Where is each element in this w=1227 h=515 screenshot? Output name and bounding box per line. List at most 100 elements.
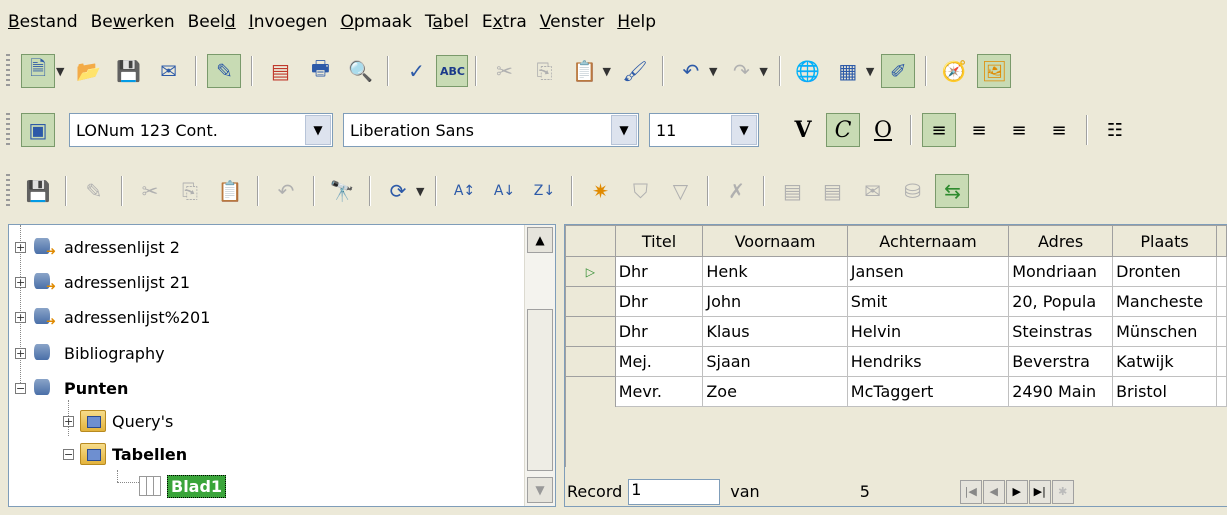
table-cell[interactable]: 2490 Main [1008,376,1114,407]
datasource-tree[interactable]: + ➜ adressenlijst 2 + ➜ adressenlijst 21… [8,224,556,507]
autospellcheck-icon[interactable]: ABC [436,55,469,87]
menu-tabel[interactable]: Tabel [425,12,469,32]
print-preview-icon[interactable]: 🔍 [343,54,377,88]
align-center-icon[interactable]: ≡ [962,113,996,147]
table-cell[interactable]: Münschen [1112,316,1217,347]
column-header[interactable]: Plaats [1112,225,1217,257]
table-icon[interactable]: ▦ [831,54,865,88]
table-row[interactable]: Dhr Klaus Helvin Steinstras Münschen [565,316,1227,347]
table-cell[interactable]: Mancheste [1112,286,1217,317]
find-record-icon[interactable]: 🔭 [325,174,359,208]
redo-icon[interactable]: ↷ [724,54,758,88]
table-cell[interactable]: Zoe [702,376,848,407]
next-record-icon[interactable]: ▶ [1005,479,1028,504]
cut-icon[interactable]: ✂ [487,54,521,88]
autofilter-icon[interactable]: ✷ [583,174,617,208]
menu-bestand[interactable]: Bestand [8,12,78,32]
email-icon[interactable]: ✉ [151,54,185,88]
table-cell[interactable]: Katwijk [1112,346,1217,377]
gallery-icon[interactable]: 🖼 [977,54,1012,88]
first-record-icon[interactable]: |◀ [959,479,982,504]
table-cell[interactable]: Henk [702,256,848,287]
table-cell[interactable] [1215,286,1227,317]
record-number-input[interactable]: 1 [628,478,721,505]
mail-merge-icon[interactable]: ✉ [855,174,889,208]
table-cell[interactable]: 20, Popula [1008,286,1114,317]
undo-icon[interactable]: ↶ [269,174,303,208]
table-cell[interactable]: John [702,286,848,317]
new-record-icon[interactable]: ✱ [1051,479,1074,504]
expand-icon[interactable]: + [15,276,26,288]
toolbar-grip[interactable] [6,54,10,88]
refresh-dropdown-icon[interactable]: ▼ [416,185,424,198]
table-cell[interactable]: Beverstra [1008,346,1114,377]
tree-item-tabellen[interactable]: − Tabellen [63,439,187,469]
menu-opmaak[interactable]: Opmaak [340,12,411,32]
bold-button[interactable]: V [786,113,820,147]
numbering-icon[interactable]: ☷ [1098,113,1132,147]
undo-dropdown-icon[interactable]: ▼ [709,65,717,78]
redo-dropdown-icon[interactable]: ▼ [759,65,767,78]
align-right-icon[interactable]: ≡ [1002,113,1036,147]
font-size-combo[interactable]: 11 ▼ [649,113,759,147]
expand-icon[interactable]: + [15,347,26,359]
last-record-icon[interactable]: ▶| [1028,479,1051,504]
save-icon[interactable]: 💾 [111,54,145,88]
table-row[interactable]: Mevr. Zoe McTaggert 2490 Main Bristol [565,376,1227,407]
table-cell[interactable]: Mevr. [614,376,704,407]
chevron-down-icon[interactable]: ▼ [305,115,331,145]
tree-scrollbar[interactable]: ▲ ▼ [524,225,555,506]
row-header[interactable] [565,286,616,317]
table-cell[interactable]: Hendriks [846,346,1010,377]
edit-file-icon[interactable]: ✎ [207,54,242,88]
tree-item-bibliography[interactable]: + Bibliography [15,338,165,368]
justify-icon[interactable]: ≡ [1042,113,1076,147]
italic-button[interactable]: C [826,113,860,147]
tree-item-adressenlijst-21[interactable]: + ➜ adressenlijst 21 [15,267,190,297]
menu-invoegen[interactable]: Invoegen [249,12,328,32]
table-cell[interactable] [1215,316,1227,347]
tree-item-punten[interactable]: − Punten [15,373,128,403]
export-pdf-icon[interactable]: ▤ [263,54,297,88]
expand-icon[interactable]: + [15,241,26,253]
toolbar-grip[interactable] [6,113,10,147]
menu-help[interactable]: Help [617,12,656,32]
column-header[interactable] [1215,225,1227,257]
menu-extra[interactable]: Extra [482,12,527,32]
sort-descending-icon[interactable]: Z↓ [527,174,561,208]
tree-item-querys[interactable]: + Query's [63,406,173,436]
data-to-text-icon[interactable]: ▤ [775,174,809,208]
edit-data-icon[interactable]: ✎ [77,174,111,208]
row-header[interactable] [565,346,616,377]
scroll-thumb[interactable] [527,309,553,471]
refresh-icon[interactable]: ⟳ [381,174,415,208]
spellcheck-icon[interactable]: ✓ [399,54,433,88]
table-cell[interactable]: McTaggert [846,376,1010,407]
table-cell[interactable]: Steinstras [1008,316,1114,347]
table-row[interactable]: ▷ Dhr Henk Jansen Mondriaan Dronten [565,256,1227,287]
table-cell[interactable]: Smit [846,286,1010,317]
tree-item-adressenlijst-201[interactable]: + ➜ adressenlijst%201 [15,302,210,332]
table-row[interactable]: Mej. Sjaan Hendriks Beverstra Katwijk [565,346,1227,377]
row-header-corner[interactable] [565,225,616,257]
row-header[interactable] [565,316,616,347]
tree-item-blad1[interactable]: Blad1 [139,471,227,501]
tree-item-adressenlijst-2[interactable]: + ➜ adressenlijst 2 [15,232,180,262]
menu-venster[interactable]: Venster [540,12,605,32]
chevron-down-icon[interactable]: ▼ [611,115,637,145]
undo-icon[interactable]: ↶ [674,54,708,88]
explorer-icon[interactable]: ⇆ [935,174,970,208]
print-icon[interactable]: 🖶 [303,54,337,88]
styles-formatting-icon[interactable]: ▣ [21,113,55,147]
paste-icon[interactable]: 📋 [567,54,601,88]
datasource-icon[interactable]: ⛁ [895,174,929,208]
menu-beeld[interactable]: Beeld [188,12,236,32]
table-cell[interactable]: Dhr [614,286,704,317]
table-cell[interactable]: Helvin [846,316,1010,347]
table-cell[interactable]: Dhr [614,256,704,287]
scroll-down-icon[interactable]: ▼ [527,477,553,503]
toolbar-grip[interactable] [6,174,10,208]
table-cell[interactable]: Mej. [614,346,704,377]
table-cell[interactable] [1215,376,1227,407]
table-cell[interactable]: Jansen [846,256,1010,287]
